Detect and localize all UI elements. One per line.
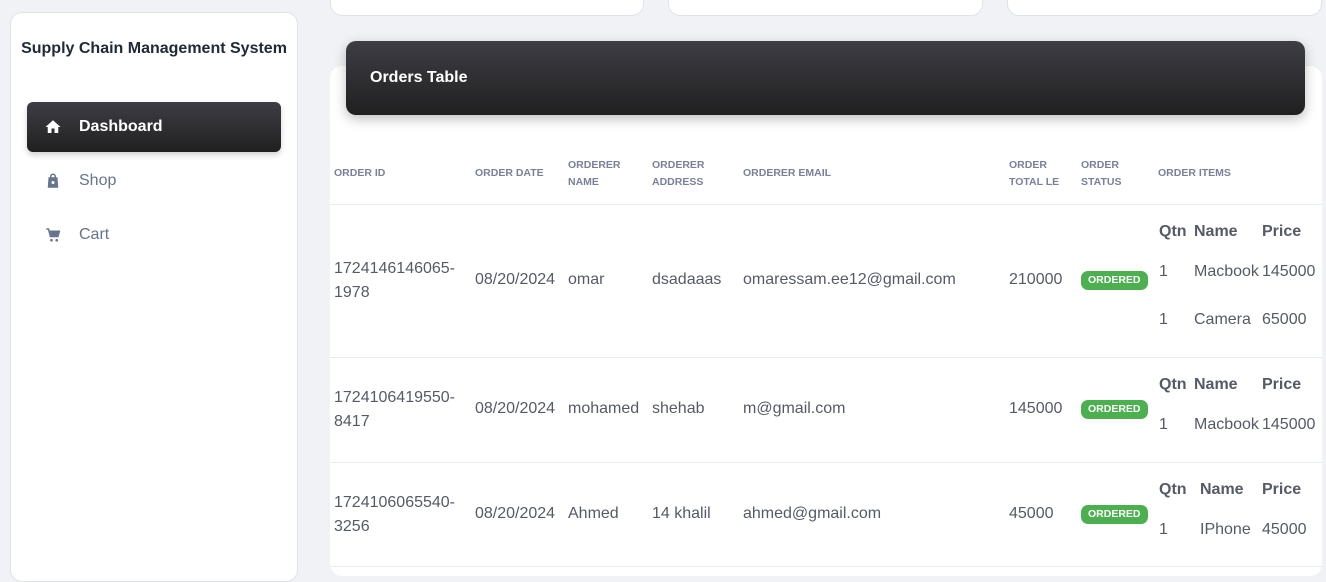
orderer-name-cell: Ahmed — [568, 505, 619, 522]
status-badge: ORDERED — [1081, 400, 1148, 419]
orderer-address-cell: dsadaaas — [652, 271, 722, 288]
item-qtn-cell: 1 — [1159, 311, 1168, 328]
orderer-name-cell: omar — [568, 271, 605, 288]
item-name-cell: Macbook — [1194, 263, 1259, 280]
orderer-email-cell: omaressam.ee12@gmail.com — [743, 271, 956, 288]
stat-card-1 — [330, 0, 644, 16]
item-price-cell: 145000 — [1262, 416, 1316, 433]
sidebar-item-label: Cart — [79, 226, 110, 243]
item-price-cell: 65000 — [1262, 311, 1307, 328]
row-divider — [330, 462, 1322, 463]
order-date-cell: 08/20/2024 — [475, 271, 556, 288]
shopping-bag-icon — [43, 171, 63, 191]
item-name-cell: Camera — [1194, 311, 1251, 328]
order-id-cell: 1724146146065-1978 — [334, 260, 456, 301]
order-date-cell: 08/20/2024 — [475, 505, 556, 522]
column-header-orderer-address[interactable]: ORDERER ADDRESS — [652, 157, 722, 191]
column-header-order-status[interactable]: ORDER STATUS — [1081, 157, 1141, 191]
column-header-order-id[interactable]: ORDER ID — [334, 165, 385, 182]
orderer-address-cell: shehab — [652, 400, 705, 417]
order-total-cell: 210000 — [1009, 271, 1063, 288]
order-total-cell: 145000 — [1009, 400, 1063, 417]
items-header-name: Name — [1194, 376, 1238, 393]
header-divider — [330, 204, 1322, 205]
home-icon — [43, 117, 63, 137]
status-badge: ORDERED — [1081, 505, 1148, 524]
items-header-qtn: Qtn — [1159, 481, 1187, 498]
items-header-name: Name — [1200, 481, 1244, 498]
sidebar-item-label: Shop — [79, 172, 117, 189]
items-header-price: Price — [1262, 223, 1302, 240]
item-name-cell: Macbook — [1194, 416, 1259, 433]
item-qtn-cell: 1 — [1159, 521, 1168, 538]
orderer-email-cell: m@gmail.com — [743, 400, 846, 417]
orders-table-title: Orders Table — [370, 69, 468, 86]
stat-card-2 — [668, 0, 983, 16]
orderer-address-cell: 14 khalil — [652, 505, 711, 522]
column-header-order-items[interactable]: ORDER ITEMS — [1158, 165, 1231, 182]
orderer-name-cell: mohamed — [568, 400, 640, 417]
sidebar-item-shop[interactable]: Shop — [27, 156, 281, 206]
items-header-qtn: Qtn — [1159, 223, 1187, 240]
orders-table-header: Orders Table — [346, 41, 1305, 115]
status-badge: ORDERED — [1081, 271, 1148, 290]
sidebar-item-label: Dashboard — [79, 118, 163, 135]
cart-icon — [43, 225, 63, 245]
column-header-orderer-name[interactable]: ORDERER NAME — [568, 157, 638, 191]
items-header-price: Price — [1262, 481, 1302, 498]
order-date-cell: 08/20/2024 — [475, 400, 556, 417]
order-id-cell: 1724106419550-8417 — [334, 389, 456, 430]
order-id-cell: 1724106065540-3256 — [334, 494, 456, 535]
items-header-name: Name — [1194, 223, 1238, 240]
item-name-cell: IPhone — [1200, 521, 1251, 538]
row-divider — [330, 566, 1322, 567]
orderer-email-cell: ahmed@gmail.com — [743, 505, 882, 522]
items-header-price: Price — [1262, 376, 1302, 393]
items-header-qtn: Qtn — [1159, 376, 1187, 393]
item-price-cell: 145000 — [1262, 263, 1316, 280]
order-total-cell: 45000 — [1009, 505, 1054, 522]
sidebar-item-dashboard[interactable]: Dashboard — [27, 102, 281, 152]
item-qtn-cell: 1 — [1159, 416, 1168, 433]
row-divider — [330, 357, 1322, 358]
sidebar: Supply Chain Management System Dashboard… — [10, 12, 298, 582]
orders-table-card — [330, 66, 1322, 576]
column-header-orderer-email[interactable]: ORDERER EMAIL — [743, 165, 831, 182]
stat-card-3 — [1007, 0, 1322, 16]
sidebar-item-cart[interactable]: Cart — [27, 210, 281, 260]
item-price-cell: 45000 — [1262, 521, 1307, 538]
column-header-order-date[interactable]: ORDER DATE — [475, 165, 544, 182]
item-qtn-cell: 1 — [1159, 263, 1168, 280]
brand-title: Supply Chain Management System — [21, 40, 287, 57]
column-header-order-total[interactable]: ORDER TOTAL LE — [1009, 157, 1071, 191]
